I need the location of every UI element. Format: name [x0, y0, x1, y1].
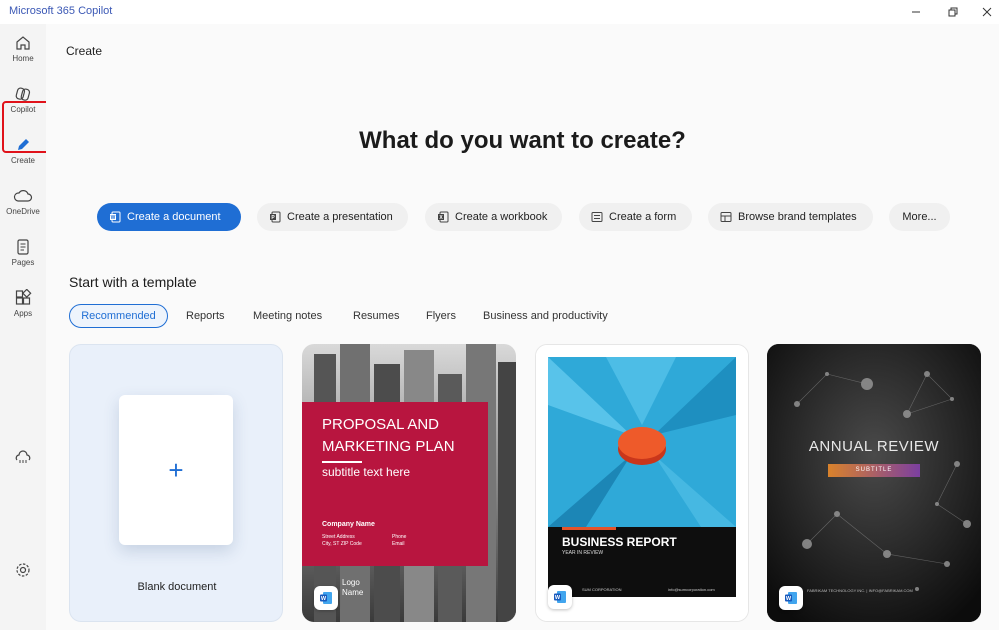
template-title: BUSINESS REPORT: [562, 535, 677, 549]
word-icon: W: [554, 591, 566, 603]
svg-text:W: W: [786, 596, 792, 602]
sidebar-item-pages[interactable]: Pages: [0, 234, 46, 280]
phone-label: Phone: [392, 534, 407, 540]
restore-button[interactable]: [936, 0, 970, 24]
template-label: Blank document: [137, 581, 217, 593]
footer-text: FABRIKAM TECHNOLOGY INC. | INFO@FABRIKAM…: [807, 588, 913, 593]
word-icon: W: [110, 211, 121, 223]
pages-icon: [17, 239, 29, 255]
powerpoint-icon: P: [270, 211, 281, 223]
tab-meeting-notes[interactable]: Meeting notes: [253, 304, 322, 328]
cloud-network-icon: [15, 450, 31, 463]
tab-recommended[interactable]: Recommended: [69, 304, 168, 328]
footer-email: info@sumcorporation.com: [668, 587, 715, 592]
svg-text:W: W: [111, 215, 116, 221]
close-icon: [982, 7, 992, 17]
title-underline: [322, 461, 362, 463]
sidebar-item-label: Home: [12, 54, 34, 63]
template-icon: [720, 212, 732, 222]
sidebar-item-onedrive[interactable]: OneDrive: [0, 183, 46, 229]
restore-icon: [948, 7, 958, 17]
app-title: Microsoft 365 Copilot: [9, 5, 113, 17]
form-icon: [591, 212, 603, 222]
tab-reports[interactable]: Reports: [186, 304, 225, 328]
plus-icon: +: [168, 454, 184, 485]
settings-button[interactable]: [0, 557, 46, 603]
title-bar: Microsoft 365 Copilot: [0, 0, 999, 24]
close-button[interactable]: [970, 0, 999, 24]
logo-name-text: Name: [342, 588, 364, 597]
tab-business-and-productivity[interactable]: Business and productivity: [483, 304, 608, 328]
svg-text:W: W: [321, 596, 327, 602]
template-card-proposal-marketing-plan[interactable]: PROPOSAL AND MARKETING PLAN subtitle tex…: [302, 344, 516, 622]
sidebar-item-label: Pages: [11, 258, 35, 267]
sidebar-item-label: OneDrive: [6, 207, 40, 216]
template-card-annual-review[interactable]: ANNUAL REVIEW SUBTITLE FABRIKAM TECHNOLO…: [767, 344, 981, 622]
home-icon: [16, 36, 30, 50]
word-app-badge: W: [548, 585, 572, 609]
minimize-icon: [912, 11, 920, 13]
sidebar-item-label: Apps: [13, 309, 33, 318]
annual-review-template-preview: [767, 344, 981, 622]
sidebar-item-apps[interactable]: Apps: [0, 285, 46, 331]
breadcrumb: Create: [66, 44, 103, 58]
minimize-button[interactable]: [899, 0, 933, 24]
create-form-button[interactable]: Create a form: [579, 203, 692, 231]
word-app-badge: W: [779, 586, 803, 610]
main-content: Create What do you want to create? W Cre…: [46, 24, 999, 630]
template-card-blank-document[interactable]: + Blank document: [69, 344, 283, 622]
create-document-button[interactable]: W Create a document: [97, 203, 241, 231]
page-title: What do you want to create?: [359, 127, 686, 154]
word-app-badge: W: [314, 586, 338, 610]
tab-flyers[interactable]: Flyers: [426, 304, 456, 328]
section-title: Start with a template: [69, 274, 197, 290]
logo-text: Logo: [342, 578, 360, 587]
template-title-line2: MARKETING PLAN: [322, 438, 455, 455]
proposal-template-preview: [302, 344, 516, 622]
tab-resumes[interactable]: Resumes: [353, 304, 399, 328]
sidebar-item-home[interactable]: Home: [0, 30, 46, 76]
template-title-line1: PROPOSAL AND: [322, 416, 439, 433]
template-subtitle: subtitle text here: [322, 465, 411, 479]
template-subtitle: SUBTITLE: [855, 467, 893, 473]
more-button[interactable]: More...: [889, 203, 950, 231]
footer-company: SUM CORPORATION: [582, 587, 622, 592]
cloud-icon: [13, 190, 33, 202]
word-icon: W: [320, 592, 332, 604]
create-workbook-button[interactable]: X Create a workbook: [425, 203, 562, 231]
company-name: Company Name: [322, 521, 375, 528]
sidebar-item-cloud-network[interactable]: [0, 445, 46, 491]
create-highlight-box: [2, 101, 50, 153]
apps-icon: [15, 289, 32, 305]
gear-icon: [16, 563, 30, 577]
email-label: Email: [392, 541, 405, 547]
business-report-template-preview: [536, 345, 748, 621]
template-title: ANNUAL REVIEW: [808, 438, 940, 455]
sidebar-item-label: Create: [10, 156, 35, 165]
address-line2: City, ST ZIP Code: [322, 541, 362, 547]
template-card-business-report[interactable]: BUSINESS REPORT YEAR IN REVIEW SUM CORPO…: [535, 344, 749, 622]
excel-icon: X: [438, 211, 449, 223]
browse-brand-templates-button[interactable]: Browse brand templates: [708, 203, 873, 231]
template-subtitle: YEAR IN REVIEW: [562, 550, 604, 556]
blank-page-preview: +: [119, 395, 233, 545]
address-line1: Street Address: [322, 534, 355, 540]
svg-text:W: W: [555, 595, 561, 601]
create-presentation-button[interactable]: P Create a presentation: [257, 203, 408, 231]
word-icon: W: [785, 592, 797, 604]
